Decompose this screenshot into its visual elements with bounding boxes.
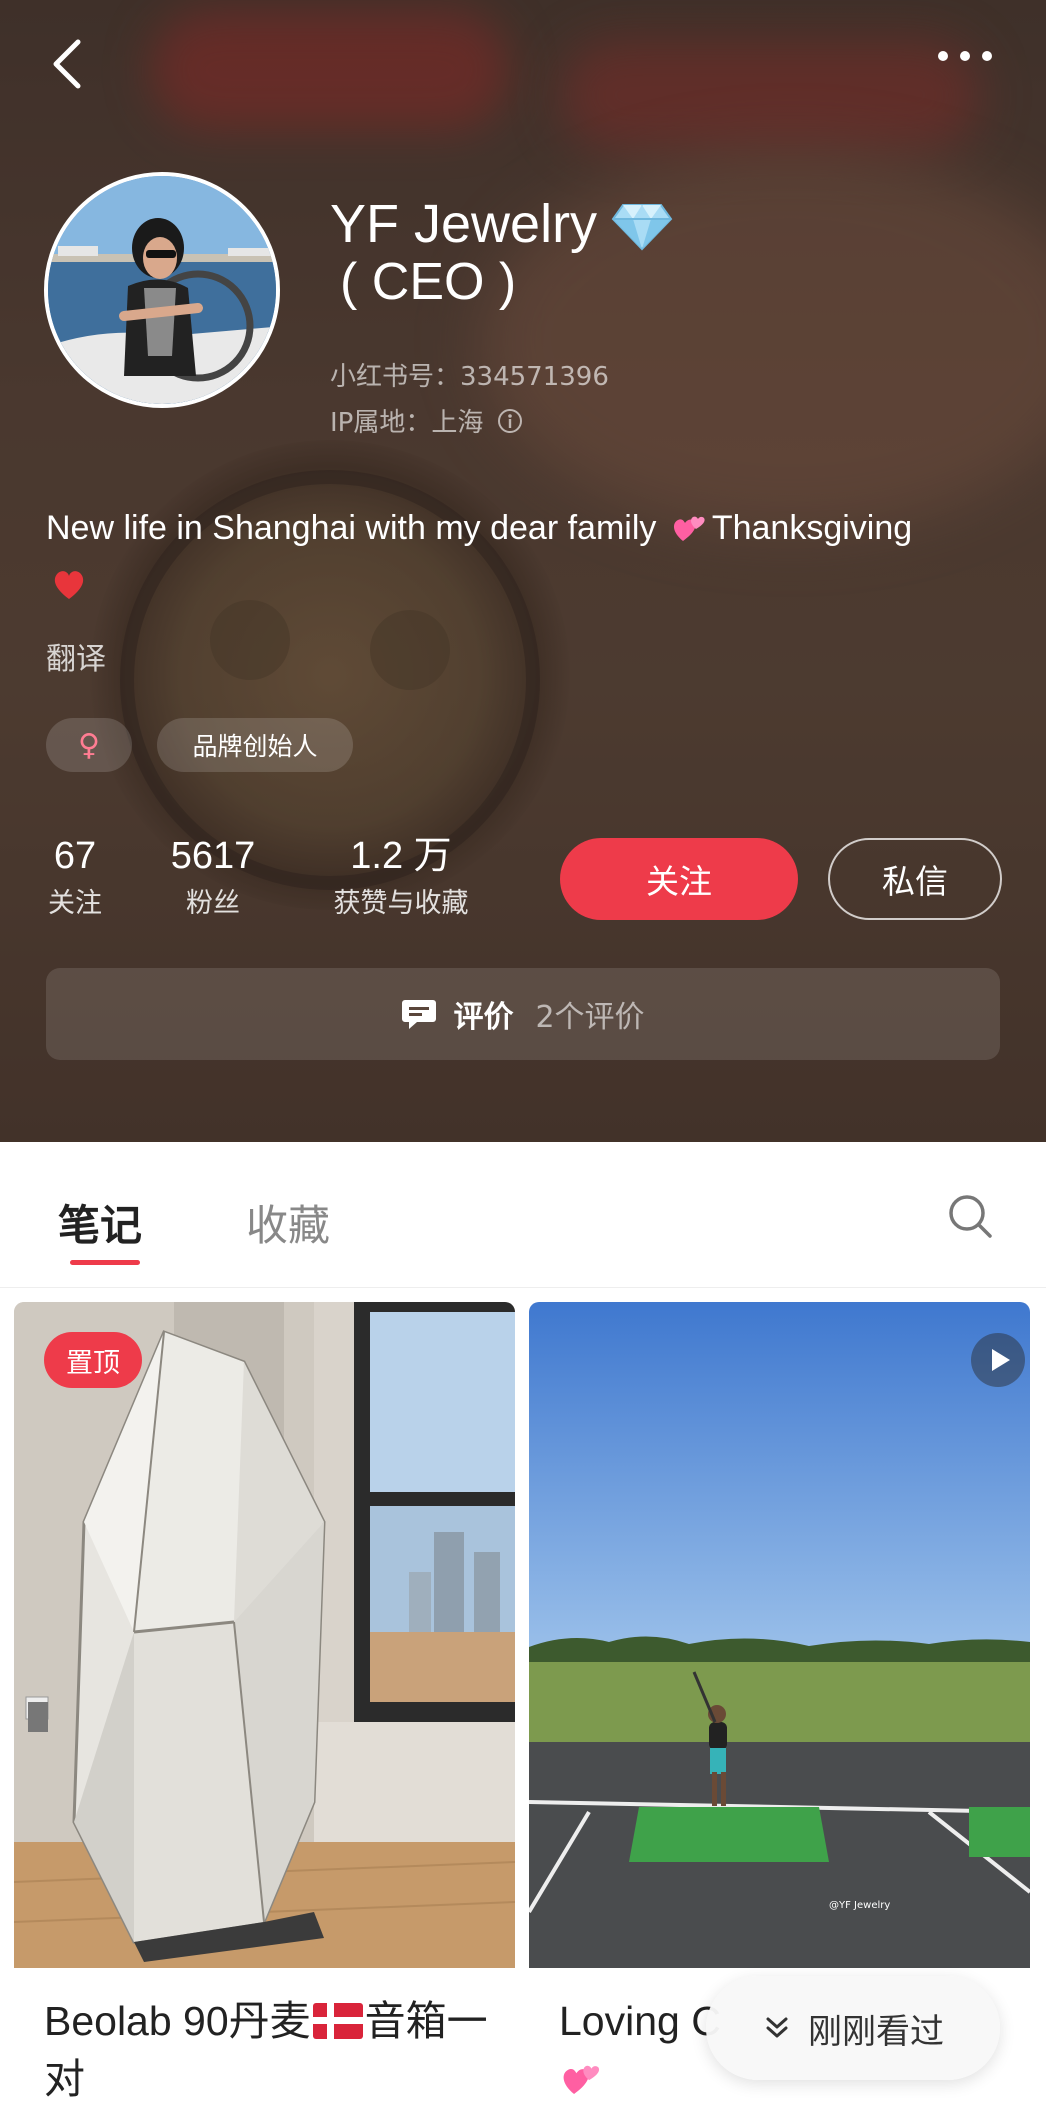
gender-tag: ♀ — [46, 718, 132, 772]
role-tag-label: 品牌创始人 — [192, 732, 318, 761]
golf-photo: @YF Jewelry — [529, 1302, 1030, 1968]
two-hearts-icon — [563, 2065, 600, 2095]
more-button[interactable] — [935, 44, 995, 68]
note-title-text: Loving C — [559, 1998, 721, 2044]
message-button[interactable]: 私信 — [828, 838, 1002, 920]
background-watch-subdial — [370, 610, 450, 690]
svg-text:@YF Jewelry: @YF Jewelry — [829, 1900, 890, 1911]
ip-location: IP属地：上海 — [330, 408, 484, 438]
search-button[interactable] — [946, 1192, 994, 1240]
profile-header: YF Jewelry ( CEO ) 小红书号：334571396 IP属地：上… — [0, 0, 1046, 1142]
tab-notes[interactable]: 笔记 — [58, 1192, 142, 1253]
profile-name-suffix: ( CEO ) — [340, 253, 517, 311]
reviews-label: 评价 — [453, 1000, 514, 1035]
avatar[interactable] — [44, 172, 280, 408]
search-icon — [949, 1195, 992, 1238]
bio-text-tail: Thanksgiving — [711, 509, 913, 547]
ip-location-row: IP属地：上海 — [330, 402, 523, 439]
stat-following[interactable]: 67 关注 — [40, 832, 110, 924]
stat-likes-favorites[interactable]: 1.2 万 获赞与收藏 — [316, 832, 486, 924]
more-dots-icon — [938, 51, 992, 61]
reviews-bar[interactable]: 评价 2个评价 — [46, 968, 1000, 1060]
reviews-count: 2个评价 — [535, 1000, 645, 1035]
red-heart-icon — [54, 571, 84, 599]
profile-name-row: YF Jewelry — [330, 188, 673, 260]
background-blur — [560, 40, 980, 150]
profile-name: YF Jewelry — [330, 194, 598, 254]
active-tab-indicator — [70, 1260, 140, 1265]
female-icon: ♀ — [78, 727, 100, 763]
stat-value: 5617 — [170, 835, 256, 877]
tab-favorites[interactable]: 收藏 — [246, 1192, 330, 1253]
follow-button[interactable]: 关注 — [560, 838, 798, 920]
background-blur — [150, 10, 510, 130]
bio: New life in Shanghai with my dear family… — [46, 500, 996, 612]
info-icon[interactable] — [497, 408, 523, 434]
stat-label: 关注 — [48, 888, 102, 919]
recently-viewed-button[interactable]: 刚刚看过 — [706, 1976, 1000, 2080]
denmark-flag-icon — [312, 2003, 363, 2039]
back-button[interactable] — [48, 36, 88, 92]
content-tabs: 笔记 收藏 — [0, 1142, 1046, 1288]
red-id: 小红书号：334571396 — [330, 362, 609, 392]
comment-icon — [402, 1000, 437, 1029]
note-card[interactable]: 置顶 Beolab 90丹麦 音箱一对 — [14, 1302, 515, 2124]
translate-link[interactable]: 翻译 — [46, 634, 106, 678]
chevrons-down-icon — [766, 2017, 788, 2038]
pinned-badge: 置顶 — [44, 1332, 142, 1388]
stat-value: 1.2 万 — [350, 835, 452, 877]
play-icon — [971, 1333, 1025, 1387]
stat-label: 粉丝 — [186, 888, 240, 919]
stat-followers[interactable]: 5617 粉丝 — [160, 832, 266, 924]
background-watch-subdial — [210, 600, 290, 680]
recently-viewed-label: 刚刚看过 — [808, 2011, 944, 2052]
note-cover-image — [14, 1302, 515, 1968]
note-cover-image: @YF Jewelry — [529, 1302, 1030, 1968]
stat-label: 获赞与收藏 — [333, 888, 469, 919]
avatar-photo — [48, 176, 276, 404]
role-tag: 品牌创始人 — [157, 718, 353, 772]
stat-value: 67 — [53, 835, 97, 877]
note-title: Beolab 90丹麦 音箱一对 — [44, 1992, 499, 2108]
note-title-text: Beolab 90丹麦 — [44, 1998, 311, 2044]
chevron-left-icon — [53, 39, 81, 89]
speaker-photo — [14, 1302, 515, 1968]
bio-text: New life in Shanghai with my dear family — [46, 509, 657, 547]
two-hearts-icon — [673, 516, 705, 541]
diamond-icon — [611, 204, 673, 251]
